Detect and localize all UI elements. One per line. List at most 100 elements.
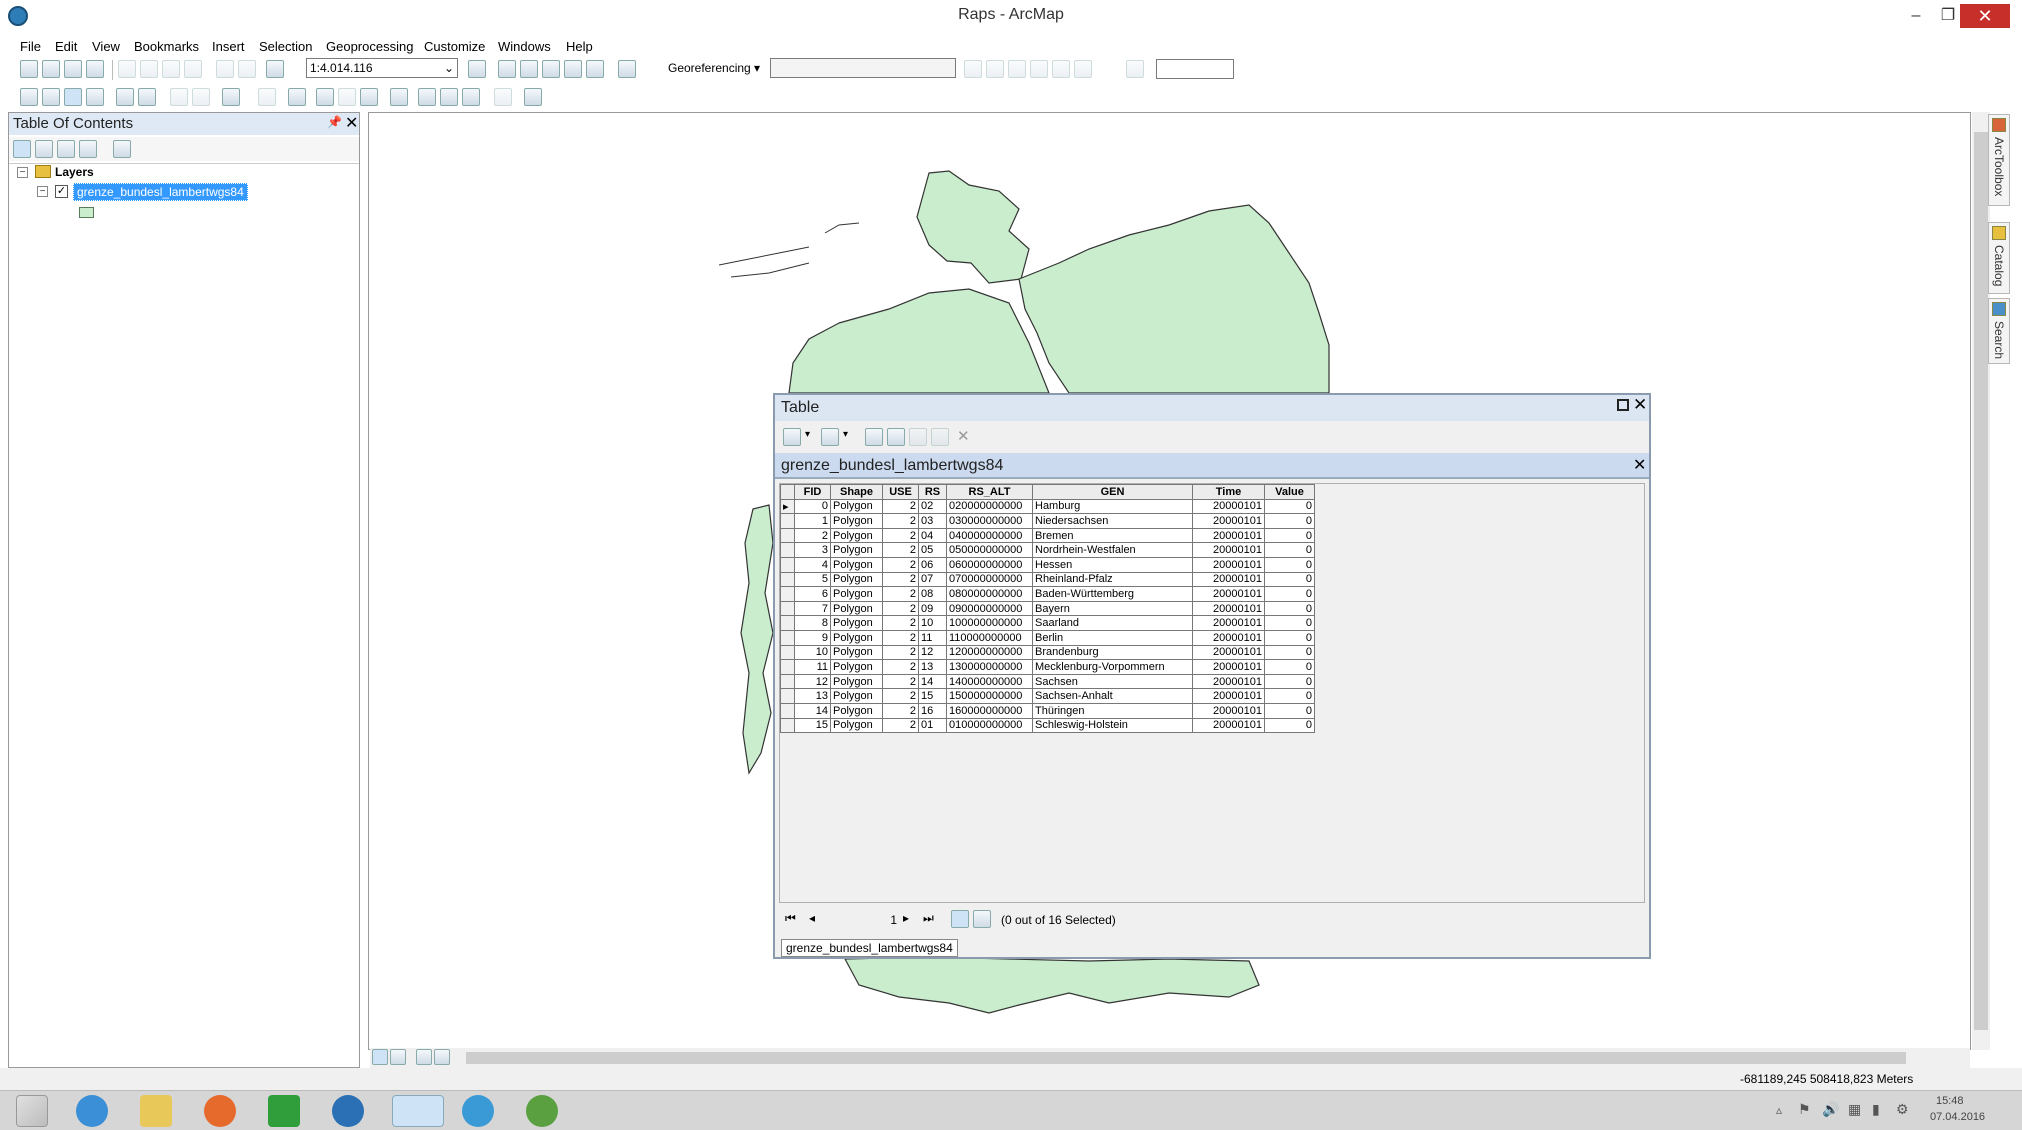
table-cell-value[interactable]: 0 [1264,556,1315,573]
table-cell-rs-alt[interactable]: 110000000000 [946,629,1033,646]
pan-icon[interactable] [64,88,82,106]
model-builder-icon[interactable] [618,60,636,78]
html-popup-icon[interactable] [360,88,378,106]
table-cell-shape[interactable]: Polygon [830,571,883,588]
table-cell-fid[interactable]: 14 [794,702,831,719]
python-window-icon[interactable] [586,60,604,78]
forward-icon[interactable] [192,88,210,106]
identify-icon[interactable] [316,88,334,106]
table-cell-use[interactable]: 2 [882,673,919,690]
table-cell-use[interactable]: 2 [882,702,919,719]
show-selected-records-icon[interactable] [973,910,991,928]
list-by-drawing-order-icon[interactable] [13,140,31,158]
full-extent-icon[interactable] [86,88,104,106]
row-selector[interactable] [780,673,795,690]
table-row[interactable]: 9 Polygon 2 11 110000000000 Berlin 20000101 0 [780,629,1315,646]
table-cell-fid[interactable]: 13 [794,688,831,704]
table-title-bar[interactable]: Table ✕ [775,395,1649,421]
table-cell-time[interactable]: 20000101 [1192,513,1265,529]
related-tables-icon[interactable] [821,428,839,446]
table-cell-time[interactable]: 20000101 [1192,688,1265,704]
row-selector[interactable] [780,600,795,617]
table-cell-use[interactable]: 2 [882,717,919,734]
next-record-icon[interactable]: ▸ [903,911,909,925]
table-cell-gen[interactable]: Thüringen [1032,702,1193,719]
pin-icon[interactable]: 📌 [327,115,342,129]
time-slider-icon[interactable] [494,88,512,106]
row-selector[interactable] [780,688,795,704]
language-icon[interactable]: ⚙ [1896,1101,1909,1118]
table-cell-fid[interactable]: 12 [794,673,831,690]
table-row[interactable]: 15 Polygon 2 01 010000000000 Schleswig-Holste… [780,717,1315,734]
table-tab-close-icon[interactable]: ✕ [1633,455,1646,475]
table-cell-time[interactable]: 20000101 [1192,702,1265,719]
column-header-use[interactable]: USE [882,484,919,500]
shift-icon[interactable] [986,60,1004,78]
table-cell-time[interactable]: 20000101 [1192,673,1265,690]
clear-selection-icon[interactable] [258,88,276,106]
table-row[interactable]: 10 Polygon 2 12 120000000000 Brandenburg 20000… [780,644,1315,661]
minimize-button[interactable]: – [1900,4,1932,28]
arcmap-task-icon[interactable] [392,1095,444,1127]
table-cell-shape[interactable]: Polygon [830,717,883,734]
open-folder-icon[interactable] [42,60,60,78]
table-cell-value[interactable]: 0 [1264,629,1315,646]
row-selector[interactable] [780,644,795,661]
table-cell-rs-alt[interactable]: 080000000000 [946,586,1033,602]
table-cell-time[interactable]: 20000101 [1192,556,1265,573]
catalog-window-icon[interactable] [520,60,538,78]
table-cell-use[interactable]: 2 [882,571,919,588]
table-cell-time[interactable]: 20000101 [1192,615,1265,631]
table-cell-rs[interactable]: 15 [918,688,947,704]
copy-icon[interactable] [140,60,158,78]
zoom-in-icon[interactable] [20,88,38,106]
table-cell-rs[interactable]: 08 [918,586,947,602]
table-cell-gen[interactable]: Schleswig-Holstein [1032,717,1193,734]
find-icon[interactable] [418,88,436,106]
table-cell-rs[interactable]: 02 [918,498,947,515]
table-cell-shape[interactable]: Polygon [830,629,883,646]
map-horizontal-scroll-thumb[interactable] [466,1052,1906,1064]
table-cell-value[interactable]: 0 [1264,673,1315,690]
table-cell-fid[interactable]: 7 [794,600,831,617]
table-cell-gen[interactable]: Berlin [1032,629,1193,646]
table-cell-rs-alt[interactable]: 040000000000 [946,527,1033,544]
row-selector[interactable] [780,629,795,646]
table-cell-use[interactable]: 2 [882,556,919,573]
contrast-icon[interactable] [1074,60,1092,78]
collapse-layers-icon[interactable]: − [17,167,28,178]
map-vertical-scroll-thumb[interactable] [1974,132,1988,1030]
table-cell-gen[interactable]: Brandenburg [1032,644,1193,661]
table-cell-fid[interactable]: 8 [794,615,831,631]
hyperlink-icon[interactable] [338,88,356,106]
table-cell-gen[interactable]: Bayern [1032,600,1193,617]
layers-root-label[interactable]: Layers [55,165,94,179]
select-features-icon[interactable] [222,88,240,106]
table-cell-rs[interactable]: 03 [918,513,947,529]
last-record-icon[interactable]: ⏭ [923,911,934,926]
table-cell-rs-alt[interactable]: 140000000000 [946,673,1033,690]
table-cell-time[interactable]: 20000101 [1192,586,1265,602]
table-cell-rs[interactable]: 12 [918,644,947,661]
table-cell-rs-alt[interactable]: 160000000000 [946,702,1033,719]
table-row[interactable]: 3 Polygon 2 05 050000000000 Nordrhein-Westfal… [780,542,1315,558]
table-cell-time[interactable]: 20000101 [1192,717,1265,734]
table-close-icon[interactable]: ✕ [1633,395,1647,415]
table-cell-use[interactable]: 2 [882,542,919,558]
table-cell-time[interactable]: 20000101 [1192,629,1265,646]
find-route-icon[interactable] [440,88,458,106]
table-cell-rs-alt[interactable]: 100000000000 [946,615,1033,631]
table-cell-use[interactable]: 2 [882,644,919,661]
viewer-icon[interactable] [1052,60,1070,78]
select-elements-icon[interactable] [288,88,306,106]
table-cell-shape[interactable]: Polygon [830,556,883,573]
table-cell-shape[interactable]: Polygon [830,659,883,675]
fixed-zoom-in-icon[interactable] [116,88,134,106]
table-cell-rs-alt[interactable]: 090000000000 [946,600,1033,617]
table-cell-gen[interactable]: Saarland [1032,615,1193,631]
first-record-icon[interactable]: ⏮ [785,911,796,926]
previous-record-icon[interactable]: ◂ [809,911,815,925]
table-cell-value[interactable]: 0 [1264,615,1315,631]
table-cell-rs-alt[interactable]: 020000000000 [946,498,1033,515]
table-cell-value[interactable]: 0 [1264,542,1315,558]
